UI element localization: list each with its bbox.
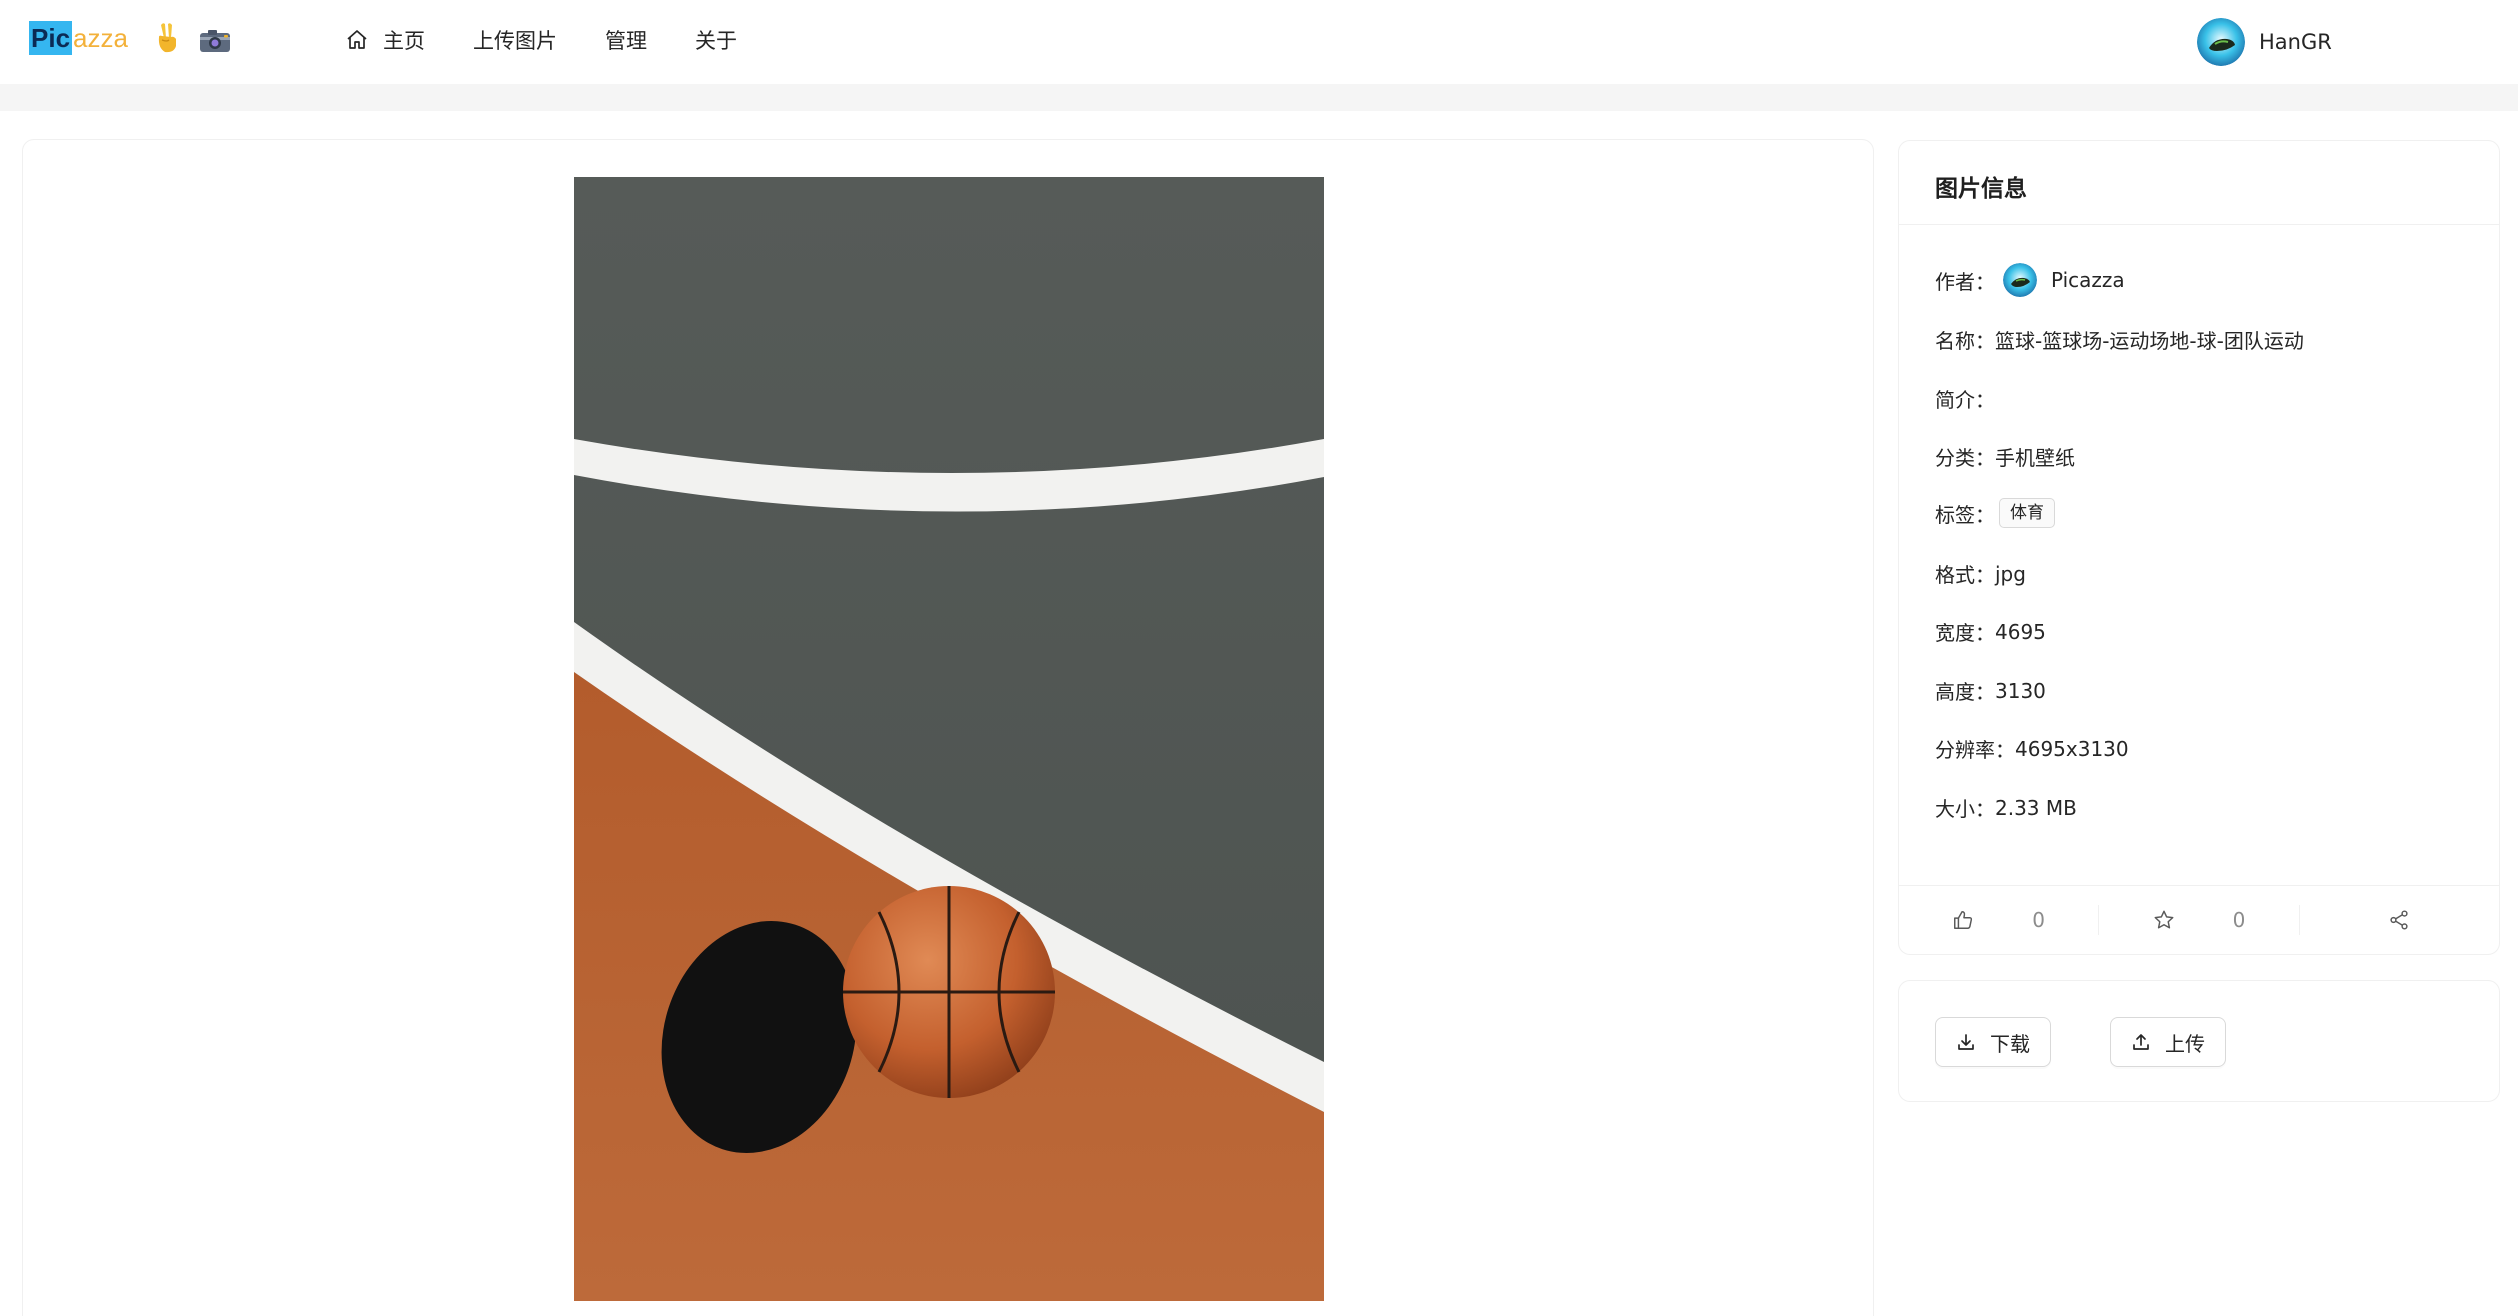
site-logo[interactable]: Pic azza xyxy=(29,20,128,56)
favorite-button[interactable]: 0 xyxy=(2099,905,2300,935)
image-format: jpg xyxy=(1995,561,2026,586)
author-name[interactable]: Picazza xyxy=(2051,268,2125,292)
size-label: 大小： xyxy=(1935,797,1995,821)
user-name: HanGR xyxy=(2259,30,2332,54)
download-icon xyxy=(1958,1034,1974,1050)
info-row-format: 格式： jpg xyxy=(1935,559,2026,588)
image-name: 篮球-篮球场-运动场地-球-团队运动 xyxy=(1995,329,2304,353)
resolution-label: 分辨率： xyxy=(1935,738,2015,762)
nav-label-about: 关于 xyxy=(695,29,737,53)
top-header: Pic azza 主页 上传图片 管理 关于 HanGR xyxy=(0,0,2518,84)
upload-label: 上传 xyxy=(2165,1031,2205,1056)
header-gray-band xyxy=(0,84,2518,111)
info-row-intro: 简介： xyxy=(1935,384,1995,413)
victory-hand-icon xyxy=(158,23,176,53)
camera-icon xyxy=(200,30,230,52)
image-info-card: 图片信息 作者： Picazza 名称： 篮球-篮球场-运动场地-球-团队运动 … xyxy=(1898,140,2500,955)
basketball-court-photo[interactable] xyxy=(574,177,1324,1301)
author-avatar[interactable] xyxy=(2003,263,2037,297)
main-nav: 主页 上传图片 管理 关于 xyxy=(345,0,785,80)
info-title-divider xyxy=(1899,224,2499,225)
image-actions: 0 0 xyxy=(1899,886,2499,954)
info-card-title: 图片信息 xyxy=(1935,176,2027,202)
info-row-height: 高度： 3130 xyxy=(1935,676,2046,705)
favorite-count: 0 xyxy=(2232,908,2246,932)
image-height: 3130 xyxy=(1995,678,2046,703)
info-row-size: 大小： 2.33 MB xyxy=(1935,793,2077,822)
nav-item-about[interactable]: 关于 xyxy=(695,25,737,55)
nav-item-home[interactable]: 主页 xyxy=(345,25,425,55)
upload-button[interactable]: 上传 xyxy=(2110,1017,2226,1067)
nav-item-manage[interactable]: 管理 xyxy=(605,25,647,55)
intro-label: 简介： xyxy=(1935,388,1995,412)
format-label: 格式： xyxy=(1935,563,1995,587)
info-row-name: 名称： 篮球-篮球场-运动场地-球-团队运动 xyxy=(1935,325,2304,354)
nav-item-upload[interactable]: 上传图片 xyxy=(473,25,557,55)
info-row-width: 宽度： 4695 xyxy=(1935,617,2046,646)
category-label: 分类： xyxy=(1935,446,1995,470)
image-category: 手机壁纸 xyxy=(1995,446,2075,470)
tags-label: 标签： xyxy=(1935,502,1995,527)
download-button[interactable]: 下载 xyxy=(1935,1017,2051,1067)
info-row-author: 作者： Picazza xyxy=(1935,263,2125,297)
info-row-resolution: 分辨率： 4695x3130 xyxy=(1935,734,2129,763)
download-upload-card: 下载 上传 xyxy=(1898,980,2500,1102)
thumbs-up-icon xyxy=(1954,911,1973,929)
share-button[interactable] xyxy=(2300,905,2499,935)
home-icon xyxy=(347,30,367,49)
upload-icon xyxy=(2133,1034,2149,1050)
author-label: 作者： xyxy=(1935,269,1995,294)
name-label: 名称： xyxy=(1935,329,1995,353)
height-label: 高度： xyxy=(1935,680,1995,704)
nav-label-manage: 管理 xyxy=(605,29,647,53)
download-label: 下载 xyxy=(1990,1031,2030,1056)
user-avatar xyxy=(2197,18,2245,66)
user-menu[interactable]: HanGR xyxy=(2197,18,2332,66)
info-row-tags: 标签： 体育 xyxy=(1935,498,2055,528)
image-resolution: 4695x3130 xyxy=(2015,736,2129,761)
tag-chip[interactable]: 体育 xyxy=(1999,498,2055,528)
like-count: 0 xyxy=(2032,908,2046,932)
star-icon xyxy=(2154,910,2174,929)
image-width: 4695 xyxy=(1995,619,2046,644)
nav-label-upload: 上传图片 xyxy=(473,29,557,53)
info-row-category: 分类： 手机壁纸 xyxy=(1935,442,2075,471)
image-size: 2.33 MB xyxy=(1995,795,2077,820)
width-label: 宽度： xyxy=(1935,621,1995,645)
share-icon xyxy=(2390,910,2408,930)
like-button[interactable]: 0 xyxy=(1899,905,2100,935)
logo-pic-text: Pic xyxy=(29,21,73,55)
nav-label-home: 主页 xyxy=(383,29,425,53)
logo-azza-text: azza xyxy=(73,23,128,53)
